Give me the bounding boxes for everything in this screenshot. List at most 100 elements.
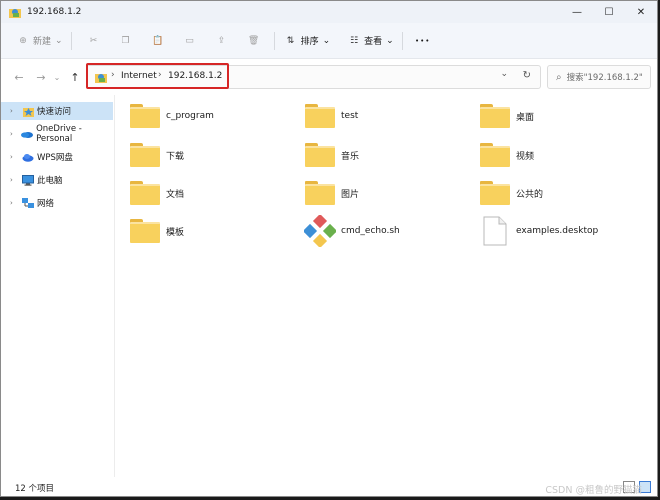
onedrive-icon bbox=[21, 128, 34, 140]
sort-icon: ⇅ bbox=[286, 35, 295, 46]
address-highlight-box bbox=[86, 63, 229, 89]
item-name: 公共的 bbox=[516, 189, 544, 200]
new-button[interactable]: ⊕ 新建 ⌄ bbox=[15, 29, 63, 53]
item-name: test bbox=[341, 111, 359, 121]
sidebar-item-network[interactable]: › 网络 bbox=[1, 194, 113, 212]
cut-icon[interactable]: ✂ bbox=[82, 29, 106, 53]
wps-cloud-icon bbox=[22, 151, 34, 163]
up-arrow-icon[interactable]: ↑ bbox=[65, 67, 85, 87]
new-icon: ⊕ bbox=[19, 35, 27, 46]
item-count: 12 个项目 bbox=[15, 483, 55, 494]
search-input[interactable]: ⌕ 搜索"192.168.1.2" bbox=[547, 65, 651, 89]
expand-chevron-icon[interactable]: › bbox=[10, 130, 19, 138]
sidebar-item-onedrive[interactable]: › OneDrive - Personal bbox=[1, 124, 113, 144]
item-name: 文档 bbox=[166, 189, 185, 200]
folder-icon bbox=[479, 140, 511, 170]
folder-item[interactable]: test bbox=[304, 99, 474, 133]
item-name: 模板 bbox=[166, 227, 185, 238]
new-label: 新建 bbox=[33, 37, 52, 47]
file-item[interactable]: cmd_echo.sh bbox=[304, 214, 474, 248]
folder-icon bbox=[129, 140, 161, 170]
folder-item[interactable]: 文档 bbox=[129, 176, 299, 210]
chevron-down-icon: ⌄ bbox=[386, 35, 394, 46]
toolbar-divider bbox=[273, 31, 275, 50]
folder-item[interactable]: 视频 bbox=[479, 138, 649, 172]
forward-arrow-icon[interactable]: → bbox=[31, 67, 51, 87]
item-name: c_program bbox=[166, 111, 214, 121]
toolbar-divider bbox=[401, 31, 403, 50]
file-list: c_program test 桌面 下载 音乐 视频 文档 图片 公共的 模板 … bbox=[115, 95, 657, 477]
document-icon bbox=[479, 216, 511, 246]
folder-icon bbox=[129, 216, 161, 246]
address-dropdown-icon[interactable]: ⌄ bbox=[500, 69, 508, 79]
folder-item[interactable]: 模板 bbox=[129, 214, 299, 248]
network-location-icon bbox=[9, 7, 21, 18]
paste-icon[interactable]: 📋 bbox=[146, 29, 170, 53]
close-button[interactable]: ✕ bbox=[625, 1, 657, 23]
watermark: CSDN @粗鲁的野猫猫 bbox=[545, 485, 642, 496]
share-icon[interactable]: ⇪ bbox=[210, 29, 234, 53]
folder-item[interactable]: 音乐 bbox=[304, 138, 474, 172]
recent-locations-icon[interactable]: ⌄ bbox=[51, 67, 63, 87]
maximize-button[interactable]: ☐ bbox=[593, 1, 625, 23]
toolbar-divider bbox=[70, 31, 72, 50]
delete-icon[interactable]: 🗑 bbox=[242, 29, 266, 53]
more-options-icon[interactable]: ••• bbox=[411, 29, 435, 53]
search-icon: ⌕ bbox=[556, 71, 562, 83]
folder-item[interactable]: 下载 bbox=[129, 138, 299, 172]
search-placeholder: 搜索"192.168.1.2" bbox=[566, 73, 643, 83]
sidebar-item-label: 快速访问 bbox=[37, 107, 72, 117]
folder-item[interactable]: 桌面 bbox=[479, 99, 649, 133]
expand-chevron-icon[interactable]: › bbox=[10, 199, 20, 207]
sidebar-item-label: 网络 bbox=[37, 199, 55, 209]
item-name: 视频 bbox=[516, 151, 535, 162]
folder-icon bbox=[304, 140, 336, 170]
command-bar: ⊕ 新建 ⌄ ✂ ❐ 📋 ▭ ⇪ 🗑 ⇅ 排序 ⌄ ☷ 查看 ⌄ ••• bbox=[1, 23, 657, 59]
folder-icon bbox=[304, 178, 336, 208]
file-explorer-window: 192.168.1.2 — ☐ ✕ ⊕ 新建 ⌄ ✂ ❐ 📋 ▭ ⇪ 🗑 ⇅ 排… bbox=[0, 0, 658, 497]
chevron-down-icon: ⌄ bbox=[322, 35, 331, 46]
shell-script-icon bbox=[304, 215, 336, 247]
chevron-down-icon: ⌄ bbox=[55, 35, 63, 46]
folder-icon bbox=[129, 178, 161, 208]
expand-chevron-icon[interactable]: › bbox=[10, 107, 20, 115]
item-name: cmd_echo.sh bbox=[341, 226, 400, 236]
item-name: 桌面 bbox=[516, 112, 535, 123]
folder-icon bbox=[129, 101, 161, 131]
sidebar-item-label: 此电脑 bbox=[37, 176, 63, 186]
copy-icon[interactable]: ❐ bbox=[114, 29, 138, 53]
view-label: 查看 bbox=[364, 37, 383, 47]
folder-icon bbox=[304, 101, 336, 131]
sidebar-item-quick-access[interactable]: › 快速访问 bbox=[1, 102, 113, 120]
expand-chevron-icon[interactable]: › bbox=[10, 153, 20, 161]
sort-button[interactable]: ⇅ 排序 ⌄ bbox=[283, 29, 331, 53]
sidebar-item-wps-cloud[interactable]: › WPS网盘 bbox=[1, 148, 113, 166]
folder-item[interactable]: 图片 bbox=[304, 176, 474, 210]
item-name: examples.desktop bbox=[516, 226, 599, 236]
quick-access-icon bbox=[22, 105, 34, 117]
item-name: 下载 bbox=[166, 151, 185, 162]
minimize-button[interactable]: — bbox=[561, 1, 593, 23]
item-name: 图片 bbox=[341, 189, 360, 200]
window-title: 192.168.1.2 bbox=[27, 7, 82, 17]
title-bar[interactable]: 192.168.1.2 — ☐ ✕ bbox=[1, 1, 657, 23]
rename-icon[interactable]: ▭ bbox=[178, 29, 202, 53]
view-icon: ☷ bbox=[350, 35, 359, 46]
sort-label: 排序 bbox=[300, 37, 319, 47]
folder-item[interactable]: 公共的 bbox=[479, 176, 649, 210]
computer-icon bbox=[22, 174, 34, 186]
item-name: 音乐 bbox=[341, 151, 360, 162]
folder-item[interactable]: c_program bbox=[129, 99, 299, 133]
view-button[interactable]: ☷ 查看 ⌄ bbox=[346, 29, 394, 53]
sidebar-item-this-pc[interactable]: › 此电脑 bbox=[1, 171, 113, 189]
network-icon bbox=[22, 197, 34, 209]
refresh-icon[interactable]: ↻ bbox=[523, 70, 531, 81]
back-arrow-icon[interactable]: ← bbox=[9, 67, 29, 87]
sidebar-item-label: WPS网盘 bbox=[37, 153, 73, 163]
navigation-bar: ← → ⌄ ↑ › Internet › 192.168.1.2 ⌄ ↻ ⌕ 搜… bbox=[1, 59, 657, 95]
folder-icon bbox=[479, 178, 511, 208]
file-item[interactable]: examples.desktop bbox=[479, 214, 649, 248]
expand-chevron-icon[interactable]: › bbox=[10, 176, 20, 184]
folder-icon bbox=[479, 101, 511, 131]
navigation-pane: › 快速访问 › OneDrive - Personal › WPS网盘 › 此… bbox=[1, 95, 115, 477]
